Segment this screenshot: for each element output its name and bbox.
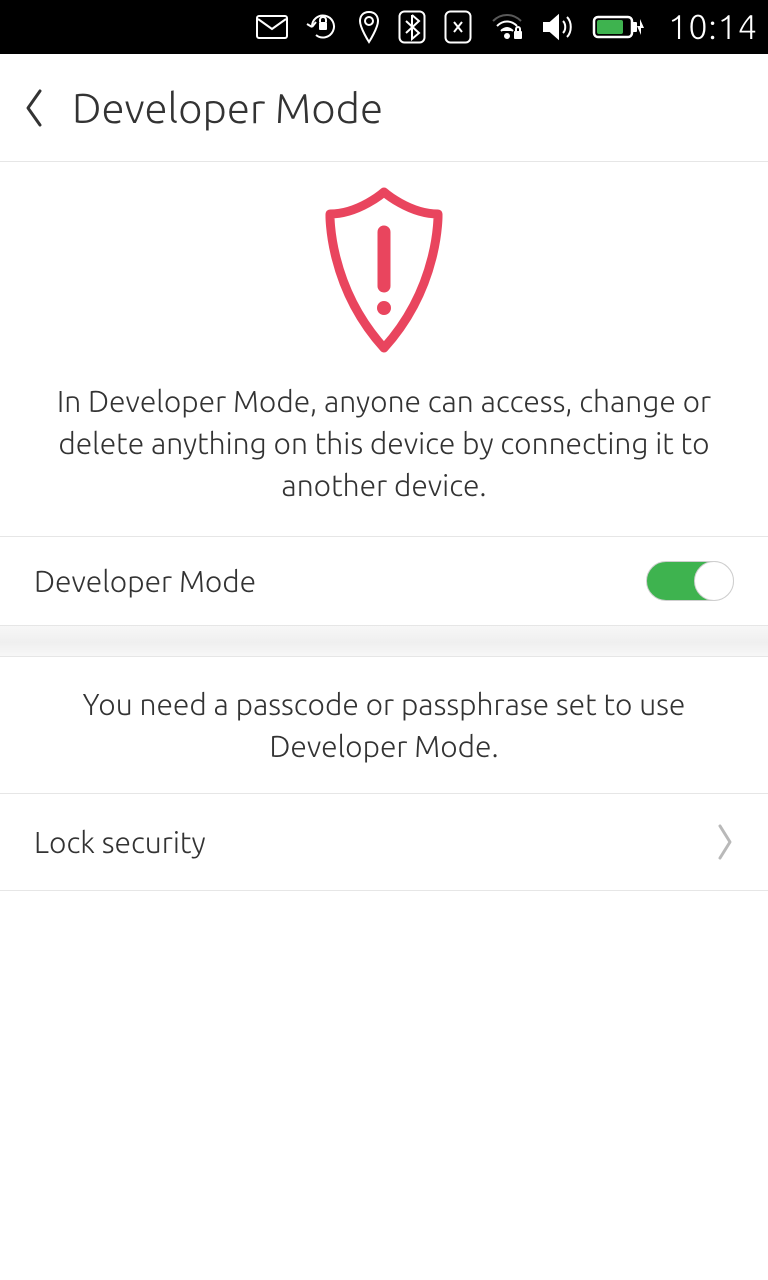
developer-mode-toggle-row: Developer Mode <box>0 537 768 626</box>
mail-icon <box>256 15 288 39</box>
back-button[interactable] <box>14 78 54 138</box>
app-header: Developer Mode <box>0 54 768 162</box>
section-divider <box>0 625 768 657</box>
warning-text: In Developer Mode, anyone can access, ch… <box>34 380 734 506</box>
lock-security-row[interactable]: Lock security <box>0 794 768 891</box>
lock-security-label: Lock security <box>34 825 206 859</box>
status-bar: 10:14 <box>0 0 768 54</box>
chevron-right-icon <box>716 822 734 862</box>
passcode-info: You need a passcode or passphrase set to… <box>0 657 768 794</box>
warning-section: In Developer Mode, anyone can access, ch… <box>0 162 768 537</box>
wifi-icon <box>490 13 524 41</box>
battery-icon <box>592 13 644 41</box>
rotation-lock-icon <box>306 10 340 44</box>
bluetooth-icon <box>398 10 426 44</box>
sim-missing-icon <box>444 10 472 44</box>
developer-mode-toggle[interactable] <box>646 561 734 601</box>
location-icon <box>358 10 380 44</box>
shield-warning-icon <box>34 186 734 356</box>
toggle-label: Developer Mode <box>34 564 256 598</box>
volume-icon <box>542 13 574 41</box>
status-time: 10:14 <box>668 8 758 46</box>
page-title: Developer Mode <box>72 84 383 131</box>
